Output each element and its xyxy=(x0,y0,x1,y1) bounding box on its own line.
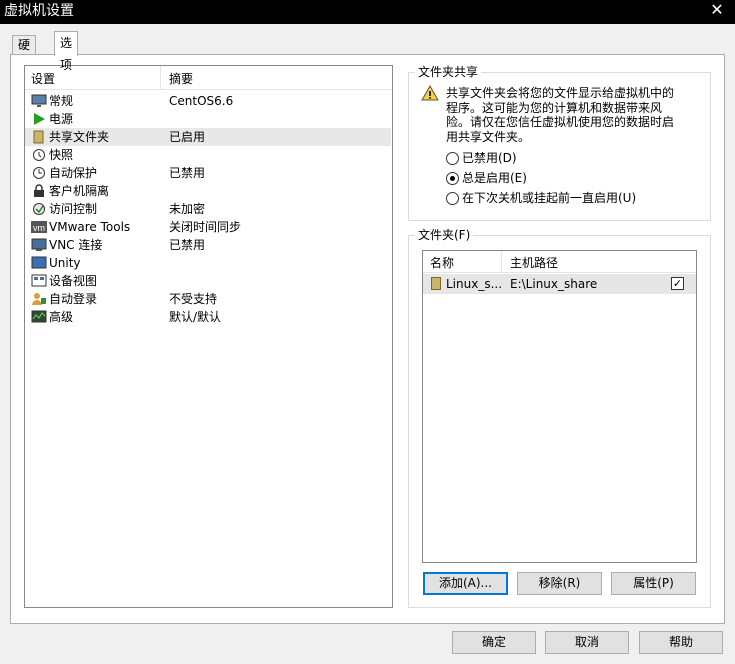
svg-text:vm: vm xyxy=(33,223,45,233)
settings-item-summary: 不受支持 xyxy=(169,292,218,306)
settings-item-autoprotect[interactable]: 自动保护 已禁用 xyxy=(25,164,391,182)
settings-item-label: 快照 xyxy=(49,148,74,162)
settings-item-summary: 已启用 xyxy=(169,130,206,144)
radio-selected-dot xyxy=(450,176,455,181)
settings-item-summary: 已禁用 xyxy=(169,238,206,252)
column-header-name[interactable]: 名称 xyxy=(423,251,502,273)
settings-item-label: 设备视图 xyxy=(49,274,98,288)
settings-item-summary: 已禁用 xyxy=(169,166,206,180)
folder-row[interactable]: Linux_s... E:\Linux_share ✓ xyxy=(423,274,696,294)
shared-folder-icon xyxy=(31,130,47,144)
warning-text: 共享文件夹会将您的文件显示给虚拟机中的程序。这可能为您的计算机和数据带来风险。请… xyxy=(446,86,675,144)
folder-list[interactable]: 名称 主机路径 Linux_s... E:\Linux_share ✓ xyxy=(422,250,697,563)
play-icon xyxy=(31,112,47,126)
settings-item-summary: CentOS6.6 xyxy=(169,94,234,108)
folder-sharing-title: 文件夹共享 xyxy=(415,65,482,79)
radio-label: 已禁用(D) xyxy=(462,151,517,165)
settings-item-label: 自动登录 xyxy=(49,292,98,306)
settings-item-access-control[interactable]: 访问控制 未加密 xyxy=(25,200,391,218)
settings-item-label: 访问控制 xyxy=(49,202,98,216)
settings-item-snapshots[interactable]: 快照 xyxy=(25,146,391,164)
folder-enabled-checkbox[interactable]: ✓ xyxy=(671,277,684,290)
vm-settings-window: 虚拟机设置 ✕ 硬件 选项 设置 摘要 常规 CentOS6.6 电源 共享文件… xyxy=(0,0,735,664)
vm-icon: vm xyxy=(31,220,47,234)
folder-list-header: 名称 主机路径 xyxy=(423,251,696,273)
settings-item-guest-isolation[interactable]: 客户机隔离 xyxy=(25,182,391,200)
unity-icon xyxy=(31,256,47,270)
tab-options[interactable]: 选项 xyxy=(54,31,79,72)
settings-item-label: VMware Tools xyxy=(49,220,131,234)
radio-label: 总是启用(E) xyxy=(462,171,527,185)
radio-label: 在下次关机或挂起前一直启用(U) xyxy=(462,191,637,205)
column-header-host-path[interactable]: 主机路径 xyxy=(502,251,696,273)
folders-title: 文件夹(F) xyxy=(415,228,474,242)
settings-list[interactable]: 设置 摘要 常规 CentOS6.6 电源 共享文件夹 已启用 快照 自动保护 … xyxy=(24,65,393,608)
settings-item-summary: 关闭时间同步 xyxy=(169,220,242,234)
folder-icon xyxy=(431,277,441,290)
folder-host-path: E:\Linux_share xyxy=(510,277,598,291)
settings-item-label: VNC 连接 xyxy=(49,238,103,252)
add-folder-button[interactable]: 添加(A)... xyxy=(423,572,508,595)
settings-item-label: Unity xyxy=(49,256,81,270)
folder-properties-button[interactable]: 属性(P) xyxy=(611,572,696,595)
autologin-icon xyxy=(31,292,47,306)
snapshot-icon xyxy=(31,148,47,162)
access-control-icon xyxy=(31,202,47,216)
device-view-icon xyxy=(31,274,47,288)
autoprotect-icon xyxy=(31,166,47,180)
settings-item-summary: 默认/默认 xyxy=(169,310,222,324)
settings-item-label: 电源 xyxy=(49,112,74,126)
radio-circle xyxy=(446,192,459,205)
help-button[interactable]: 帮助 xyxy=(639,631,723,654)
settings-list-header: 设置 摘要 xyxy=(25,66,392,90)
settings-item-vnc[interactable]: VNC 连接 已禁用 xyxy=(25,236,391,254)
settings-item-device-view[interactable]: 设备视图 xyxy=(25,272,391,290)
cancel-button[interactable]: 取消 xyxy=(545,631,629,654)
tab-hardware[interactable]: 硬件 xyxy=(12,35,37,70)
settings-item-summary: 未加密 xyxy=(169,202,206,216)
settings-item-label: 共享文件夹 xyxy=(49,130,110,144)
radio-circle xyxy=(446,152,459,165)
vnc-icon xyxy=(31,238,47,252)
folder-name: Linux_s... xyxy=(446,277,503,291)
window-title: 虚拟机设置 xyxy=(4,3,74,19)
settings-item-label: 客户机隔离 xyxy=(49,184,110,198)
close-button[interactable]: ✕ xyxy=(705,0,729,20)
radio-circle xyxy=(446,172,459,185)
advanced-icon xyxy=(31,310,47,324)
lock-icon xyxy=(31,184,47,198)
settings-item-label: 高级 xyxy=(49,310,74,324)
remove-folder-button[interactable]: 移除(R) xyxy=(517,572,602,595)
settings-item-vmware-tools[interactable]: vm VMware Tools 关闭时间同步 xyxy=(25,218,391,236)
settings-item-general[interactable]: 常规 CentOS6.6 xyxy=(25,92,391,110)
column-header-setting[interactable]: 设置 xyxy=(25,66,161,90)
monitor-icon xyxy=(31,94,47,108)
settings-item-label: 自动保护 xyxy=(49,166,98,180)
settings-item-shared-folders[interactable]: 共享文件夹 已启用 xyxy=(25,128,391,146)
ok-button[interactable]: 确定 xyxy=(452,631,536,654)
settings-item-power[interactable]: 电源 xyxy=(25,110,391,128)
column-header-summary[interactable]: 摘要 xyxy=(161,66,392,90)
settings-item-label: 常规 xyxy=(49,94,74,108)
settings-item-advanced[interactable]: 高级 默认/默认 xyxy=(25,308,391,326)
settings-item-unity[interactable]: Unity xyxy=(25,254,391,272)
settings-item-autologin[interactable]: 自动登录 不受支持 xyxy=(25,290,391,308)
warning-icon xyxy=(421,84,439,101)
title-bar: 虚拟机设置 ✕ xyxy=(0,0,735,24)
